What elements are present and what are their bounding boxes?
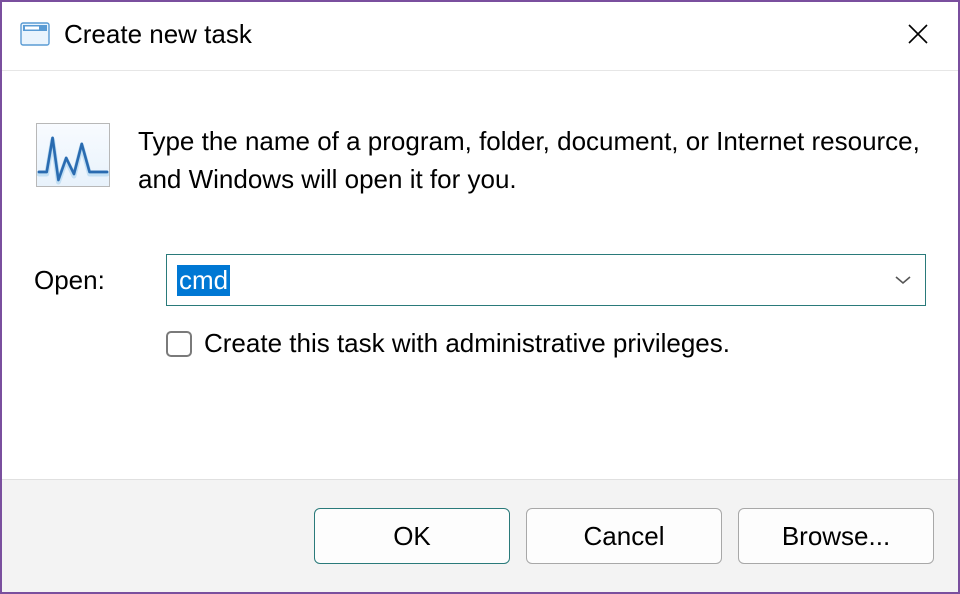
description-text: Type the name of a program, folder, docu… (138, 123, 926, 198)
open-label: Open: (34, 265, 138, 296)
cancel-button[interactable]: Cancel (526, 508, 722, 564)
ok-button[interactable]: OK (314, 508, 510, 564)
chevron-down-icon (894, 275, 912, 285)
dialog-footer: OK Cancel Browse... (2, 479, 958, 592)
window-title: Create new task (64, 19, 896, 50)
create-new-task-dialog: Create new task Type the name of a progr… (0, 0, 960, 594)
combobox-dropdown-button[interactable] (881, 255, 925, 305)
dialog-content: Type the name of a program, folder, docu… (2, 71, 958, 479)
titlebar: Create new task (2, 2, 958, 71)
open-value: cmd (177, 265, 230, 296)
task-manager-icon (36, 123, 110, 187)
open-input[interactable]: cmd (167, 255, 881, 305)
description-row: Type the name of a program, folder, docu… (34, 123, 926, 198)
admin-privileges-checkbox[interactable] (166, 331, 192, 357)
admin-privileges-label: Create this task with administrative pri… (204, 328, 730, 359)
admin-checkbox-row: Create this task with administrative pri… (166, 328, 926, 359)
close-button[interactable] (896, 12, 940, 56)
open-input-row: Open: cmd (34, 254, 926, 306)
open-combobox[interactable]: cmd (166, 254, 926, 306)
close-icon (907, 23, 929, 45)
run-dialog-icon (20, 22, 50, 46)
browse-button[interactable]: Browse... (738, 508, 934, 564)
